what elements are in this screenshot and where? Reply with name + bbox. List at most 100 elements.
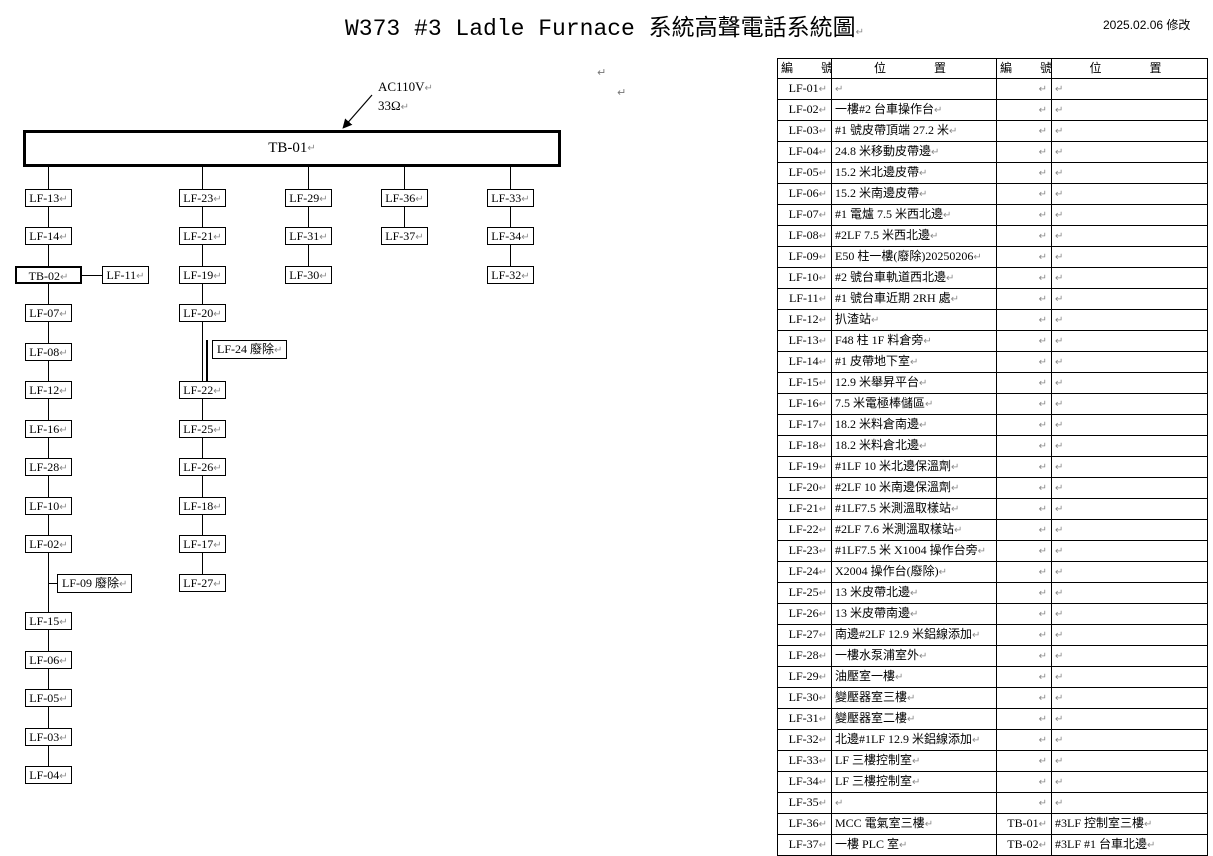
location-cell: #2LF 7.5 米西北邊↵ [831,224,997,247]
code-cell: LF-27↵ [777,623,832,646]
location-cell: ↵ [1051,770,1208,793]
code-cell: ↵ [996,413,1052,436]
station-node: LF-18↵ [179,497,226,515]
code-cell: ↵ [996,371,1052,394]
location-cell: 24.8 米移動皮帶邊↵ [831,140,997,163]
location-cell: ↵ [1051,791,1208,814]
header-code-2: 編 號 [996,58,1052,79]
code-cell: ↵ [996,476,1052,499]
code-cell: ↵ [996,203,1052,226]
station-node: LF-31↵ [285,227,332,245]
code-cell: ↵ [996,560,1052,583]
table-row: LF-35↵ ↵ ↵ ↵ [777,791,1208,814]
station-node: LF-19↵ [179,266,226,284]
code-cell: LF-32↵ [777,728,832,751]
code-cell: LF-23↵ [777,539,832,562]
location-cell: #1 號台車近期 2RH 處↵ [831,287,997,310]
table-row: LF-01↵ ↵ ↵ ↵ [777,77,1208,100]
location-cell: ↵ [1051,161,1208,184]
station-node: LF-26↵ [179,458,226,476]
location-cell: ↵ [1051,476,1208,499]
station-node: LF-15↵ [25,612,72,630]
code-cell: LF-24↵ [777,560,832,583]
location-cell: 變壓器室三樓↵ [831,686,997,709]
location-cell: ↵ [1051,749,1208,772]
table-row: LF-31↵ 變壓器室二樓↵ ↵ ↵ [777,707,1208,730]
table-row: LF-12↵ 扒渣站↵ ↵ ↵ [777,308,1208,331]
location-cell: 18.2 米料倉南邊↵ [831,413,997,436]
table-row: LF-18↵ 18.2 米料倉北邊↵ ↵ ↵ [777,434,1208,457]
code-cell: ↵ [996,392,1052,415]
station-node: LF-37↵ [381,227,428,245]
table-row: LF-28↵ 一樓水泵浦室外↵ ↵ ↵ [777,644,1208,667]
location-cell: 一樓 PLC 室↵ [831,833,997,856]
location-cell: 13 米皮帶南邊↵ [831,602,997,625]
table-row: LF-02↵ 一樓#2 台車操作台↵ ↵ ↵ [777,98,1208,121]
location-cell: ↵ [1051,707,1208,730]
station-node: LF-06↵ [25,651,72,669]
table-row: LF-17↵ 18.2 米料倉南邊↵ ↵ ↵ [777,413,1208,436]
station-node: LF-05↵ [25,689,72,707]
code-cell: ↵ [996,245,1052,268]
table-row: LF-06↵ 15.2 米南邊皮帶↵ ↵ ↵ [777,182,1208,205]
location-cell: ↵ [1051,119,1208,142]
location-cell: ↵ [1051,140,1208,163]
station-node: LF-22↵ [179,381,226,399]
location-cell: 油壓室一樓↵ [831,665,997,688]
code-cell: ↵ [996,182,1052,205]
code-cell: ↵ [996,581,1052,604]
location-cell: ↵ [831,791,997,814]
code-cell: ↵ [996,434,1052,457]
code-cell: TB-01↵ [996,812,1052,835]
code-cell: ↵ [996,287,1052,310]
station-node: LF-14↵ [25,227,72,245]
code-cell: LF-05↵ [777,161,832,184]
code-cell: LF-22↵ [777,518,832,541]
code-cell: ↵ [996,140,1052,163]
station-node: LF-20↵ [179,304,226,322]
code-cell: LF-12↵ [777,308,832,331]
location-table: 編 號 位 置 編 號 位 置 LF-01↵↵↵↵LF-02↵一樓#2 台車操作… [777,58,1208,856]
location-cell: ↵ [1051,560,1208,583]
station-node: LF-21↵ [179,227,226,245]
table-row: LF-25↵ 13 米皮帶北邊↵ ↵ ↵ [777,581,1208,604]
location-cell: ↵ [1051,413,1208,436]
location-cell: X2004 操作台(廢除)↵ [831,560,997,583]
code-cell: LF-19↵ [777,455,832,478]
location-cell: 北邊#1LF 12.9 米鋁線添加↵ [831,728,997,751]
station-node: LF-36↵ [381,189,428,207]
code-cell: ↵ [996,644,1052,667]
location-cell: ↵ [1051,308,1208,331]
station-node: LF-11↵ [102,266,149,284]
station-node: LF-13↵ [25,189,72,207]
location-cell: #1LF7.5 米 X1004 操作台旁↵ [831,539,997,562]
connector-line [308,167,309,266]
code-cell: ↵ [996,98,1052,121]
code-cell: ↵ [996,539,1052,562]
table-row: LF-36↵ MCC 電氣室三樓↵ TB-01↵ #3LF 控制室三樓↵ [777,812,1208,835]
location-cell: ↵ [831,77,997,100]
table-row: LF-03↵ #1 號皮帶頂端 27.2 米↵ ↵ ↵ [777,119,1208,142]
location-cell: #3LF #1 台車北邊↵ [1051,833,1208,856]
table-row: LF-19↵ #1LF 10 米北邊保溫劑↵ ↵ ↵ [777,455,1208,478]
location-cell: ↵ [1051,350,1208,373]
table-row: LF-24↵ X2004 操作台(廢除)↵ ↵ ↵ [777,560,1208,583]
station-node: LF-34↵ [487,227,534,245]
code-cell: LF-30↵ [777,686,832,709]
location-cell: ↵ [1051,518,1208,541]
location-cell: 13 米皮帶北邊↵ [831,581,997,604]
code-cell: ↵ [996,602,1052,625]
code-cell: LF-03↵ [777,119,832,142]
code-cell: LF-20↵ [777,476,832,499]
code-cell: LF-28↵ [777,644,832,667]
code-cell: ↵ [996,665,1052,688]
location-cell: ↵ [1051,497,1208,520]
location-cell: 7.5 米電極棒儲區↵ [831,392,997,415]
station-node: LF-30↵ [285,266,332,284]
station-node: LF-27↵ [179,574,226,592]
code-cell: ↵ [996,455,1052,478]
location-cell: 15.2 米北邊皮帶↵ [831,161,997,184]
location-cell: #2 號台車軌道西北邊↵ [831,266,997,289]
code-cell: ↵ [996,224,1052,247]
location-cell: 一樓水泵浦室外↵ [831,644,997,667]
